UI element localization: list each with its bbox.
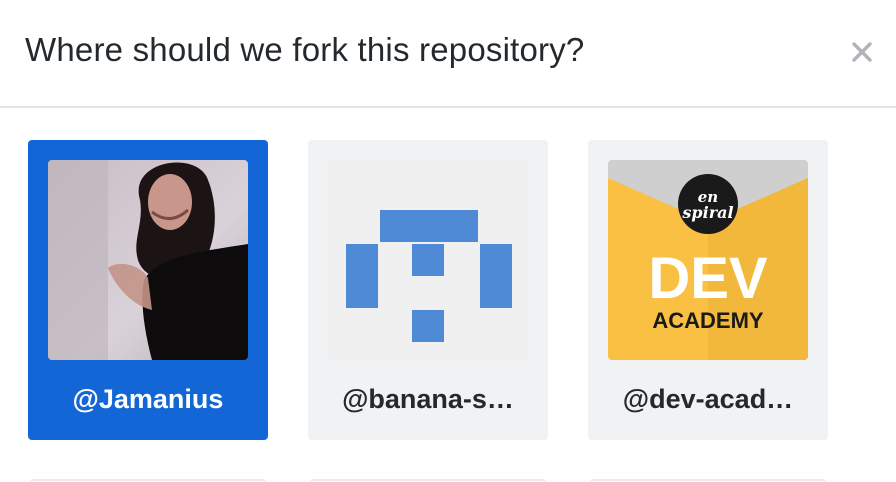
account-card-banana[interactable]: @banana-s… [308, 140, 548, 440]
avatar: en spiral DEV ACADEMY [608, 160, 808, 360]
logo-badge-text-2: spiral [681, 203, 733, 222]
identicon [328, 160, 528, 360]
avatar [48, 160, 248, 360]
account-card-dev-academy[interactable]: en spiral DEV ACADEMY @dev-acad… [588, 140, 828, 440]
logo-line-1: DEV [648, 246, 768, 311]
account-handle: @dev-acad… [622, 384, 794, 414]
avatar [328, 160, 528, 360]
account-handle: @Jamanius [72, 384, 224, 414]
account-handle: @banana-s… [342, 384, 514, 414]
account-grid: @Jamanius @banana-s… en spiral DEV ACADE… [0, 0, 896, 482]
user-photo [48, 160, 248, 360]
account-card-jamanius[interactable]: @Jamanius [28, 140, 268, 440]
logo-line-2: ACADEMY [652, 308, 764, 333]
organization-logo: en spiral DEV ACADEMY [608, 160, 808, 360]
